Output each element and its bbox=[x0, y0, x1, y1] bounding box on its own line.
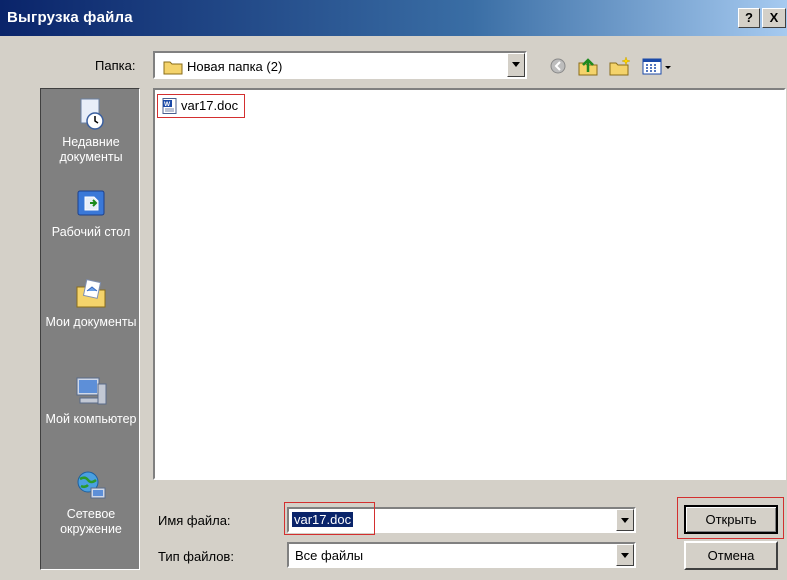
back-icon[interactable] bbox=[545, 54, 571, 78]
filetype-label: Тип файлов: bbox=[158, 549, 234, 564]
my-documents-icon bbox=[76, 279, 106, 308]
folder-label: Папка: bbox=[95, 58, 136, 73]
up-folder-icon[interactable] bbox=[575, 54, 601, 78]
place-label: Мой компьютер bbox=[45, 412, 137, 426]
place-label: Недавние документы bbox=[59, 135, 123, 164]
chevron-down-icon[interactable] bbox=[616, 544, 634, 566]
view-menu-icon[interactable] bbox=[640, 54, 674, 78]
new-folder-icon[interactable] bbox=[607, 54, 633, 78]
place-label: Рабочий стол bbox=[51, 225, 131, 239]
word-document-icon: W bbox=[162, 97, 177, 114]
open-button[interactable]: Открыть bbox=[684, 505, 778, 534]
recent-documents-icon bbox=[80, 98, 104, 130]
filename-label: Имя файла: bbox=[158, 513, 231, 528]
desktop-icon bbox=[77, 190, 105, 216]
place-label: Мои документы bbox=[45, 315, 137, 329]
folder-value: Новая папка (2) bbox=[187, 59, 283, 75]
place-my-computer[interactable]: Мой компьютер bbox=[41, 374, 141, 427]
chevron-down-icon[interactable] bbox=[616, 509, 634, 531]
place-desktop[interactable]: Рабочий стол bbox=[41, 187, 141, 240]
folder-dropdown[interactable]: Новая папка (2) bbox=[153, 51, 527, 79]
place-label: Сетевое окружение bbox=[60, 507, 122, 536]
place-my-documents[interactable]: Мои документы bbox=[41, 277, 141, 330]
places-bar: Недавние документы Рабочий стол Мои доку… bbox=[40, 88, 140, 570]
window-title: Выгрузка файла bbox=[7, 9, 133, 26]
file-list[interactable]: W var17.doc bbox=[153, 88, 786, 480]
network-icon bbox=[77, 471, 106, 499]
my-computer-icon bbox=[76, 377, 107, 405]
place-recent-documents[interactable]: Недавние документы bbox=[41, 97, 141, 165]
cancel-button[interactable]: Отмена bbox=[684, 541, 778, 570]
close-button[interactable]: X bbox=[762, 8, 786, 28]
highlight-filename bbox=[284, 502, 375, 535]
title-bar: Выгрузка файла ? X bbox=[0, 0, 787, 36]
filetype-value: Все файлы bbox=[295, 548, 364, 563]
folder-icon bbox=[163, 61, 183, 75]
place-network[interactable]: Сетевое окружение bbox=[41, 469, 141, 537]
file-name: var17.doc bbox=[181, 98, 239, 114]
filetype-dropdown[interactable]: Все файлы bbox=[287, 542, 636, 568]
file-item[interactable]: W var17.doc bbox=[157, 94, 246, 118]
svg-text:W: W bbox=[164, 101, 171, 108]
chevron-down-icon[interactable] bbox=[507, 53, 525, 77]
help-button[interactable]: ? bbox=[738, 8, 760, 28]
